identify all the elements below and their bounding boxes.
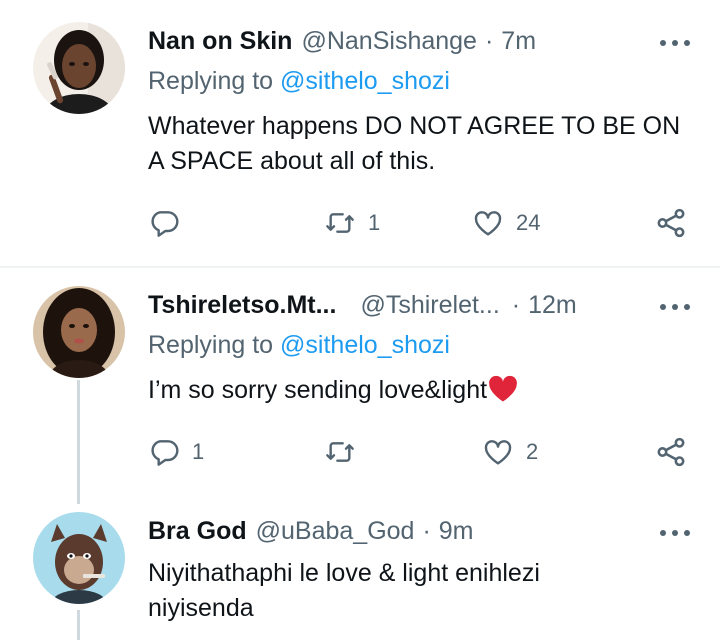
author-name[interactable]: Tshireletso.Mt... (148, 291, 336, 320)
like-button[interactable]: 2 (482, 432, 538, 472)
reply-count: 1 (192, 439, 205, 464)
author-handle[interactable]: @Tshirelet... (360, 291, 499, 320)
author-handle[interactable]: @NanSishange (301, 27, 477, 56)
thread-line-below (77, 610, 80, 640)
timestamp[interactable]: 9m (439, 517, 474, 546)
reply-icon (151, 440, 179, 466)
heart-icon (484, 440, 512, 465)
replying-to-link[interactable]: @sithelo_shozi (280, 67, 450, 95)
author-name[interactable]: Bra God (148, 517, 247, 546)
share-button[interactable] (654, 203, 688, 243)
avatar-tshireletso[interactable] (33, 286, 125, 378)
heart-emoji (489, 375, 517, 402)
tweet-actions: 1 24 (148, 203, 693, 243)
separator-dot: · (422, 516, 431, 545)
like-count: 2 (526, 439, 539, 464)
replying-to-label: Replying to (148, 331, 274, 359)
retweet-icon (326, 213, 354, 233)
retweet-button[interactable]: 1 (324, 203, 380, 243)
retweet-icon (326, 442, 354, 462)
timestamp[interactable]: 7m (501, 27, 536, 56)
thread-line (77, 484, 80, 504)
more-icon[interactable] (660, 301, 690, 313)
reply-button[interactable]: 1 (148, 432, 204, 472)
more-icon[interactable] (660, 527, 690, 539)
replying-to-label: Replying to (148, 67, 274, 95)
avatar-nan-on-skin[interactable] (33, 22, 125, 114)
tweet-text-content: I’m so sorry sending love&light (148, 376, 488, 404)
thread-line (77, 380, 80, 498)
timestamp[interactable]: 12m (528, 291, 577, 320)
tweet-actions: 1 2 (148, 432, 693, 472)
like-count: 24 (516, 210, 541, 235)
tweet-nan-on-skin[interactable]: Nan on Skin @NanSishange · 7m Replying t… (0, 0, 720, 268)
reply-button[interactable] (148, 203, 180, 243)
author-name[interactable]: Nan on Skin (148, 27, 292, 56)
more-icon[interactable] (660, 37, 690, 49)
share-icon (657, 208, 685, 238)
tweet-bra-god[interactable]: Bra God @uBaba_God · 9m Niyithathaphi le… (0, 484, 720, 640)
replying-to-link[interactable]: @sithelo_shozi (280, 331, 450, 359)
retweet-count: 1 (368, 210, 381, 235)
replying-to: Replying to @sithelo_shozi (148, 331, 450, 360)
reply-icon (151, 211, 179, 237)
retweet-button[interactable] (324, 432, 356, 472)
heart-icon (474, 211, 502, 236)
author-handle[interactable]: @uBaba_God (256, 517, 415, 546)
replying-to: Replying to @sithelo_shozi (148, 67, 450, 96)
like-button[interactable]: 24 (472, 203, 540, 243)
tweet-text: Whatever happens DO NOT AGREE TO BE ON A… (148, 112, 681, 175)
share-icon (657, 437, 685, 467)
avatar-bra-god[interactable] (33, 512, 125, 604)
share-button[interactable] (654, 432, 688, 472)
separator-dot: · (511, 290, 521, 319)
tweet-text: Niyithathaphi le love & light enihlezi n… (148, 559, 540, 622)
separator-dot: · (484, 26, 494, 55)
tweet-tshireletso[interactable]: Tshireletso.Mt... @Tshirelet... · 12m Re… (0, 268, 720, 498)
tweet-text: I’m so sorry sending love&light (148, 373, 688, 408)
